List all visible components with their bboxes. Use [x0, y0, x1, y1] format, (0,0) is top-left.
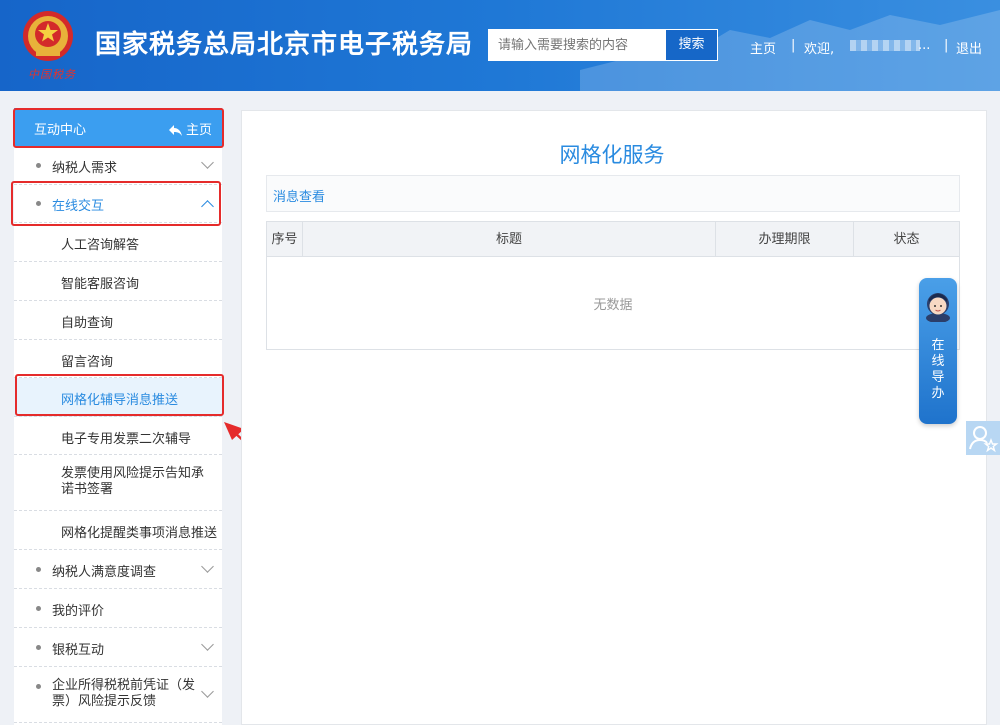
sidebar-item-taxpayer-needs[interactable]: 纳税人需求 [14, 146, 222, 185]
sidebar-subitem-self-query[interactable]: 自助查询 [14, 301, 222, 340]
sidebar-subitem-e-invoice-guidance[interactable]: 电子专用发票二次辅导 [14, 417, 222, 455]
welcome-text: 欢迎, [804, 42, 835, 57]
sidebar-subitem-grid-reminder-push[interactable]: 网格化提醒类事项消息推送 [14, 511, 222, 550]
column-header-index: 序号 [267, 222, 303, 257]
sidebar-item-label: 银税互动 [52, 643, 105, 658]
column-header-deadline: 办理期限 [716, 222, 854, 257]
sidebar-header: 互动中心 主页 [14, 108, 222, 146]
customer-service-avatar-icon [926, 293, 950, 322]
online-guide-widget[interactable]: 在线导办 [919, 278, 957, 424]
sidebar-item-label: 电子专用发票二次辅导 [61, 432, 192, 447]
sidebar-item-label: 网格化辅导消息推送 [61, 393, 179, 408]
sidebar-item-label: 自助查询 [61, 316, 114, 331]
sidebar-item-satisfaction-survey[interactable]: 纳税人满意度调查 [14, 550, 222, 589]
sidebar-item-label: 网格化提醒类事项消息推送 [61, 526, 218, 541]
empty-state-text: 无数据 [593, 298, 633, 313]
bullet-dot [36, 684, 41, 689]
user-star-icon [969, 426, 999, 453]
chevron-down-icon [201, 638, 214, 651]
chevron-down-icon [201, 685, 214, 698]
user-favorite-button[interactable] [966, 421, 1000, 455]
reply-arrow-icon [168, 125, 182, 136]
sidebar-item-label: 纳税人需求 [52, 161, 118, 176]
sidebar-item-label: 人工咨询解答 [61, 238, 140, 253]
logout-link[interactable]: 退出 [956, 38, 982, 57]
page-title: 网格化服务 [559, 143, 665, 167]
search-input[interactable] [488, 29, 665, 61]
sidebar-subitem-grid-push[interactable]: 网格化辅导消息推送 [14, 378, 222, 417]
section-bar: 消息查看 [266, 175, 960, 212]
main-panel: 网格化服务 消息查看 序号 标题 办理期限 状态 无数据 [241, 110, 987, 725]
sidebar-item-label: 在线交互 [52, 199, 105, 214]
chevron-down-icon [201, 156, 214, 169]
sidebar-title: 互动中心 [34, 123, 87, 138]
online-guide-text: 在线导办 [931, 338, 945, 401]
nav-home-link[interactable]: 主页 [750, 38, 776, 57]
sidebar: 互动中心 主页 纳税人需求 在线交互 人工咨询解答 智能客服咨询 自助查询 留言… [14, 108, 222, 725]
search-button[interactable]: 搜索 [665, 29, 718, 61]
chevron-down-icon [201, 560, 214, 573]
bullet-dot [36, 606, 41, 611]
bullet-dot [36, 645, 41, 650]
sidebar-item-label: 我的评价 [52, 604, 105, 619]
column-header-status: 状态 [893, 232, 920, 247]
user-name-ellipsis: ... [918, 38, 931, 53]
sidebar-item-online-interaction[interactable]: 在线交互 [14, 185, 222, 223]
nav-separator: | [791, 38, 796, 53]
sidebar-subitem-manual-consult[interactable]: 人工咨询解答 [14, 223, 222, 262]
sidebar-subitem-message-consult[interactable]: 留言咨询 [14, 340, 222, 378]
sidebar-item-label: 企业所得税税前凭证（发票）风险提示反馈 [52, 678, 196, 709]
section-title-message-view: 消息查看 [273, 190, 326, 205]
header-bar: 中国税务 国家税务总局北京市电子税务局 搜索 主页 | 欢迎, ... | 退出 [0, 0, 1000, 91]
sidebar-item-bank-tax[interactable]: 银税互动 [14, 628, 222, 667]
user-name-redacted [850, 40, 920, 51]
site-title: 国家税务总局北京市电子税务局 [95, 30, 474, 60]
sidebar-item-label: 留言咨询 [61, 355, 114, 370]
message-table: 序号 标题 办理期限 状态 无数据 [266, 221, 960, 350]
bullet-dot [36, 567, 41, 572]
emblem-signature: 中国税务 [28, 68, 76, 81]
sidebar-item-label: 纳税人满意度调查 [52, 565, 157, 580]
sidebar-subitem-smart-service[interactable]: 智能客服咨询 [14, 262, 222, 301]
sidebar-home-button[interactable]: 主页 [168, 119, 212, 138]
sidebar-item-label: 智能客服咨询 [61, 277, 140, 292]
nav-separator: | [944, 38, 949, 53]
online-guide-label: 在线导办 [919, 338, 957, 402]
sidebar-home-label: 主页 [185, 123, 212, 138]
sidebar-item-my-evaluation[interactable]: 我的评价 [14, 589, 222, 628]
bullet-dot [36, 201, 41, 206]
sidebar-subitem-invoice-risk-commitment[interactable]: 发票使用风险提示告知承诺书签署 [14, 455, 222, 511]
bullet-dot [36, 163, 41, 168]
tax-emblem-icon [23, 11, 73, 61]
chevron-up-icon [201, 200, 214, 213]
sidebar-item-pretax-voucher-risk[interactable]: 企业所得税税前凭证（发票）风险提示反馈 [14, 667, 222, 723]
table-header: 序号 标题 办理期限 状态 [267, 222, 959, 257]
column-header-title: 标题 [303, 222, 716, 257]
sidebar-item-label: 发票使用风险提示告知承诺书签署 [61, 466, 205, 497]
